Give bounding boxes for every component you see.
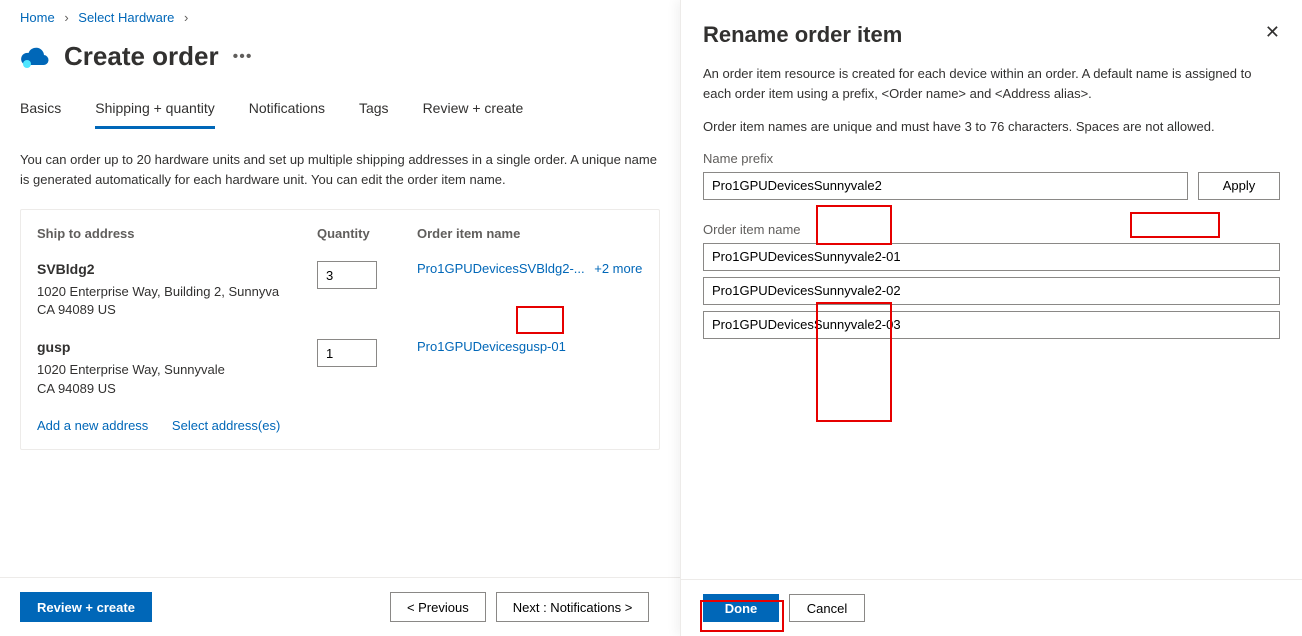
address-name: SVBldg2 — [37, 261, 317, 277]
done-button[interactable]: Done — [703, 594, 779, 622]
panel-description-2: Order item names are unique and must hav… — [703, 117, 1280, 137]
order-item-name-input[interactable] — [703, 277, 1280, 305]
page-title: Create order — [64, 41, 219, 72]
panel-description-1: An order item resource is created for ea… — [703, 64, 1280, 103]
tab-shipping-quantity[interactable]: Shipping + quantity — [95, 96, 214, 129]
next-button[interactable]: Next : Notifications > — [496, 592, 650, 622]
breadcrumb-home[interactable]: Home — [20, 10, 55, 25]
quantity-input[interactable] — [317, 339, 377, 367]
add-new-address-link[interactable]: Add a new address — [37, 418, 148, 433]
tab-basics[interactable]: Basics — [20, 96, 61, 129]
breadcrumb-select-hardware[interactable]: Select Hardware — [78, 10, 174, 25]
tab-notifications[interactable]: Notifications — [249, 96, 325, 129]
address-name: gusp — [37, 339, 317, 355]
address-line: 1020 Enterprise Way, Sunnyvale — [37, 361, 297, 379]
breadcrumb: Home › Select Hardware › — [20, 10, 660, 25]
panel-title: Rename order item — [703, 22, 902, 48]
more-items-link[interactable]: +2 more — [594, 261, 642, 276]
rename-order-item-panel: Rename order item ✕ An order item resour… — [680, 0, 1302, 636]
footer-bar: Review + create < Previous Next : Notifi… — [0, 577, 680, 636]
order-item-name-link[interactable]: Pro1GPUDevicesgusp-01 — [417, 339, 566, 354]
quantity-input[interactable] — [317, 261, 377, 289]
select-addresses-link[interactable]: Select address(es) — [172, 418, 280, 433]
shipping-row: gusp 1020 Enterprise Way, Sunnyvale CA 9… — [37, 339, 643, 397]
col-header-order-item-name: Order item name — [417, 226, 643, 241]
col-header-quantity: Quantity — [317, 226, 417, 241]
tab-review-create[interactable]: Review + create — [423, 96, 524, 129]
order-item-name-input[interactable] — [703, 311, 1280, 339]
breadcrumb-sep: › — [64, 10, 68, 25]
address-line: CA 94089 US — [37, 380, 297, 398]
apply-button[interactable]: Apply — [1198, 172, 1280, 200]
order-item-name-input[interactable] — [703, 243, 1280, 271]
tab-tags[interactable]: Tags — [359, 96, 389, 129]
name-prefix-input[interactable] — [703, 172, 1188, 200]
shipping-section: Ship to address Quantity Order item name… — [20, 209, 660, 450]
cancel-button[interactable]: Cancel — [789, 594, 865, 622]
intro-text: You can order up to 20 hardware units an… — [20, 150, 660, 189]
close-icon[interactable]: ✕ — [1265, 22, 1280, 43]
shipping-row: SVBldg2 1020 Enterprise Way, Building 2,… — [37, 261, 643, 319]
more-actions-icon[interactable]: ••• — [233, 48, 253, 66]
cloud-icon — [20, 45, 50, 69]
order-item-name-link[interactable]: Pro1GPUDevicesSVBldg2-... — [417, 261, 585, 276]
previous-button[interactable]: < Previous — [390, 592, 486, 622]
col-header-address: Ship to address — [37, 226, 317, 241]
order-item-name-label: Order item name — [703, 222, 1280, 237]
tabs: Basics Shipping + quantity Notifications… — [20, 96, 660, 130]
address-line: CA 94089 US — [37, 301, 297, 319]
review-create-button[interactable]: Review + create — [20, 592, 152, 622]
breadcrumb-sep: › — [184, 10, 188, 25]
name-prefix-label: Name prefix — [703, 151, 1280, 166]
address-line: 1020 Enterprise Way, Building 2, Sunnyva — [37, 283, 297, 301]
